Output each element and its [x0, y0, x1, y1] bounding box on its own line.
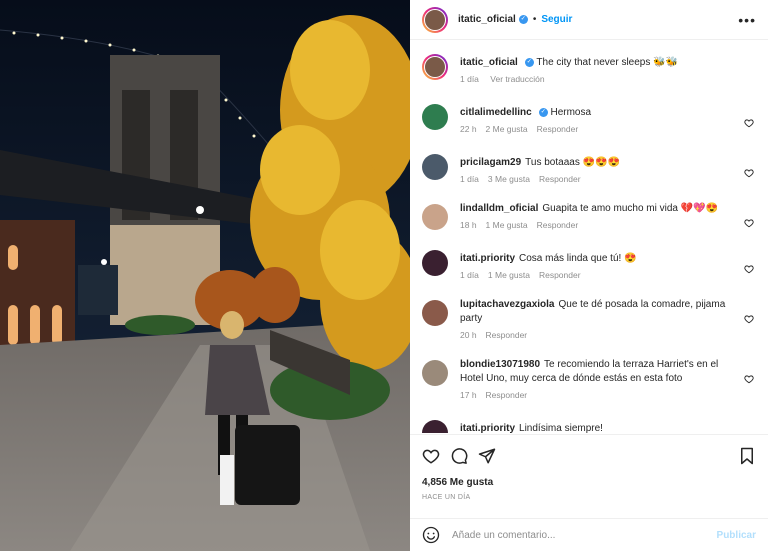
publish-button[interactable]: Publicar [717, 530, 756, 541]
comments-list[interactable]: itatic_oficial ✓ The city that never slee… [410, 41, 768, 433]
commenter-avatar[interactable] [422, 420, 448, 433]
save-bookmark-icon[interactable] [738, 447, 756, 465]
comment-input[interactable] [452, 529, 717, 541]
share-send-icon[interactable] [478, 447, 496, 465]
comment-item: itati.priority Cosa más linda que tú! 😍 1 … [422, 244, 756, 280]
separator-dot: • [532, 14, 537, 25]
action-bar: 4,856 Me gusta HACE UN DÍA [410, 434, 768, 501]
like-heart-icon[interactable] [422, 447, 440, 465]
comment-item: itati.priorityLindísima siempre!1 día1 M… [422, 414, 756, 433]
comment-like-icon[interactable] [744, 218, 754, 228]
comment-bubble-icon[interactable] [450, 447, 468, 465]
reply-button[interactable]: Responder [539, 174, 581, 184]
commenter-username[interactable]: lupitachavezgaxiola [460, 299, 554, 310]
post-panel: itatic_oficial ✓ • Seguir ••• itatic_ofi… [410, 0, 768, 551]
commenter-username[interactable]: itati.priority [460, 253, 515, 264]
commenter-avatar[interactable] [422, 300, 448, 326]
comment-text: Hermosa [550, 107, 592, 118]
commenter-avatar[interactable] [422, 250, 448, 276]
comment-item: pricilagam29 Tus botaaas 😍😍😍 1 día 3 Me gus… [422, 148, 756, 184]
reply-button[interactable]: Responder [537, 124, 579, 134]
author-username[interactable]: itatic_oficial [458, 14, 516, 25]
comment-time: 22 h [460, 124, 477, 134]
verified-icon: ✓ [524, 57, 534, 67]
likes-count[interactable]: 4,856 Me gusta [422, 477, 756, 488]
comment-time: 1 día [460, 174, 479, 184]
commenter-username[interactable]: pricilagam29 [460, 157, 521, 168]
commenter-username[interactable]: citlalimedellinc [460, 107, 532, 118]
comment-like-icon[interactable] [744, 168, 754, 178]
caption-avatar[interactable] [422, 54, 448, 80]
commenter-avatar[interactable] [422, 204, 448, 230]
comment-text: Lindísima siempre! [519, 423, 603, 433]
comment-item: lupitachavezgaxiola Que te dé posada la c… [422, 294, 756, 340]
emoji-icon[interactable] [422, 526, 440, 544]
commenter-username[interactable]: blondie13071980 [460, 359, 540, 370]
comment-text: Guapita te amo mucho mi vida 💔💖😍 [542, 203, 719, 214]
post-photo[interactable] [0, 0, 410, 551]
commenter-avatar[interactable] [422, 104, 448, 130]
comment-text: Tus botaaas 😍😍😍 [525, 157, 620, 168]
comment-item: citlalimedellinc ✓ Hermosa 22 h 2 Me gusta R… [422, 98, 756, 134]
comment-time: 18 h [460, 220, 477, 230]
comment-like-icon[interactable] [744, 314, 754, 324]
reply-button[interactable]: Responder [537, 220, 579, 230]
photo-illustration [0, 0, 410, 551]
caption-time: 1 día [460, 74, 479, 84]
comment-likes[interactable]: 1 Me gusta [488, 270, 530, 280]
comment-likes[interactable]: 2 Me gusta [486, 124, 528, 134]
comment-likes[interactable]: 1 Me gusta [486, 220, 528, 230]
post-time: HACE UN DÍA [422, 494, 471, 501]
caption-text: The city that never sleeps 🐝🐝 [536, 57, 679, 68]
comment-like-icon[interactable] [744, 374, 754, 384]
follow-button[interactable]: Seguir [541, 14, 572, 25]
comment-composer: Publicar [410, 518, 768, 551]
commenter-avatar[interactable] [422, 154, 448, 180]
comment-likes[interactable]: 3 Me gusta [488, 174, 530, 184]
commenter-username[interactable]: lindalldm_oficial [460, 203, 538, 214]
comment-time: 17 h [460, 390, 477, 400]
more-options-icon[interactable]: ••• [738, 12, 756, 28]
commenter-username[interactable]: itati.priority [460, 423, 515, 433]
author-avatar[interactable] [422, 6, 448, 33]
comment-like-icon[interactable] [744, 118, 754, 128]
reply-button[interactable]: Responder [486, 390, 528, 400]
post-caption: itatic_oficial ✓ The city that never slee… [422, 48, 756, 84]
comment-item: lindalldm_oficial Guapita te amo mucho mi… [422, 198, 756, 230]
reply-button[interactable]: Responder [486, 330, 528, 340]
verified-icon: ✓ [538, 107, 548, 117]
commenter-avatar[interactable] [422, 360, 448, 386]
translate-link[interactable]: Ver traducción [490, 74, 544, 84]
comment-time: 20 h [460, 330, 477, 340]
post-header: itatic_oficial ✓ • Seguir ••• [410, 0, 768, 40]
reply-button[interactable]: Responder [539, 270, 581, 280]
comment-like-icon[interactable] [744, 264, 754, 274]
comment-item: blondie13071980 Te recomiendo la terraza … [422, 354, 756, 400]
verified-icon: ✓ [518, 15, 528, 24]
comment-text: Cosa más linda que tú! 😍 [519, 253, 637, 264]
comment-time: 1 día [460, 270, 479, 280]
caption-username[interactable]: itatic_oficial [460, 57, 518, 68]
